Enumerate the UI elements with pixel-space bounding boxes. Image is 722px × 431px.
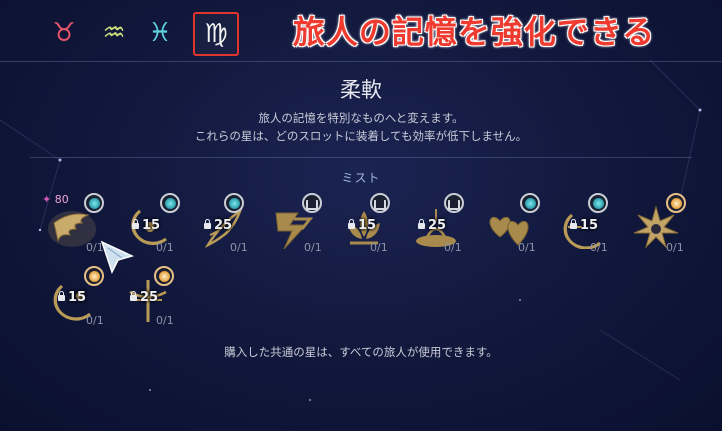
- zodiac-tab-aquarius[interactable]: ♒: [94, 14, 134, 52]
- aquarius-icon: ♒: [102, 18, 126, 48]
- section-divider: [30, 157, 692, 158]
- section-label: ミスト: [341, 171, 381, 185]
- star-slot-11[interactable]: 25 0/1: [120, 266, 182, 336]
- star-progress-10: 0/1: [86, 314, 104, 327]
- star-badge-1: [84, 193, 104, 213]
- star-badge-7: [520, 193, 540, 213]
- description-line-1: 旅人の記憶を特別なものへと変えます。: [258, 111, 464, 125]
- star-cost-8: 15: [570, 218, 598, 233]
- annotation-headline: 旅人の記憶を強化できる: [292, 13, 656, 51]
- star-slot-1[interactable]: 0/1: [44, 193, 106, 263]
- taurus-icon: ♉: [52, 18, 76, 48]
- star-progress-6: 0/1: [444, 241, 462, 254]
- page-title: 柔軟: [340, 78, 382, 102]
- lock-icon: [348, 219, 355, 229]
- zodiac-tab-pisces[interactable]: ♓: [140, 14, 180, 52]
- star-slot-6[interactable]: 25 0/1: [408, 193, 470, 263]
- zodiac-tab-taurus[interactable]: ♉: [44, 14, 84, 52]
- star-progress-9: 0/1: [666, 241, 684, 254]
- lock-icon: [130, 291, 137, 301]
- zodiac-tab-virgo[interactable]: ♍: [193, 12, 239, 56]
- top-divider: [0, 61, 722, 62]
- star-cost-10: 15: [58, 290, 86, 305]
- star-progress-4: 0/1: [304, 241, 322, 254]
- star-progress-2: 0/1: [156, 241, 174, 254]
- star-badge-11: [154, 266, 174, 286]
- lock-icon: [570, 219, 577, 229]
- star-badge-8: [588, 193, 608, 213]
- star-progress-11: 0/1: [156, 314, 174, 327]
- star-slot-3[interactable]: 25 0/1: [196, 193, 258, 263]
- star-slot-10[interactable]: 15 0/1: [46, 266, 108, 336]
- star-badge-9: [666, 193, 686, 213]
- virgo-icon: ♍: [204, 19, 228, 49]
- lock-icon: [204, 219, 211, 229]
- star-badge-4: [302, 193, 322, 213]
- star-slot-8[interactable]: 15 0/1: [558, 193, 620, 263]
- star-cost-5: 15: [348, 218, 376, 233]
- star-badge-3: [224, 193, 244, 213]
- star-slot-5[interactable]: 15 0/1: [336, 193, 398, 263]
- star-badge-6: [444, 193, 464, 213]
- star-badge-2: [160, 193, 180, 213]
- star-progress-7: 0/1: [518, 241, 536, 254]
- star-progress-5: 0/1: [370, 241, 388, 254]
- star-slot-9[interactable]: 0/1: [628, 193, 690, 263]
- lock-icon: [58, 291, 65, 301]
- star-slot-7[interactable]: 0/1: [482, 193, 544, 263]
- zodiac-tab-bar: ♉ ♒ ♓ ♍ 旅人の記憶を強化できる: [0, 0, 722, 56]
- star-progress-8: 0/1: [590, 241, 608, 254]
- star-cost-6: 25: [418, 218, 446, 233]
- pisces-icon: ♓: [148, 18, 172, 48]
- description-line-2: これらの星は、どのスロットに装着しても効率が低下しません。: [194, 129, 528, 143]
- footer-note: 購入した共通の星は、すべての旅人が使用できます。: [224, 345, 498, 359]
- star-progress-3: 0/1: [230, 241, 248, 254]
- star-cost-11: 25: [130, 290, 158, 305]
- pointer-cursor-icon: [100, 240, 135, 274]
- star-badge-5: [370, 193, 390, 213]
- star-slot-4[interactable]: 0/1: [268, 193, 330, 263]
- star-cost-2: 15: [132, 218, 160, 233]
- lock-icon: [418, 219, 425, 229]
- star-cost-3: 25: [204, 218, 232, 233]
- lock-icon: [132, 219, 139, 229]
